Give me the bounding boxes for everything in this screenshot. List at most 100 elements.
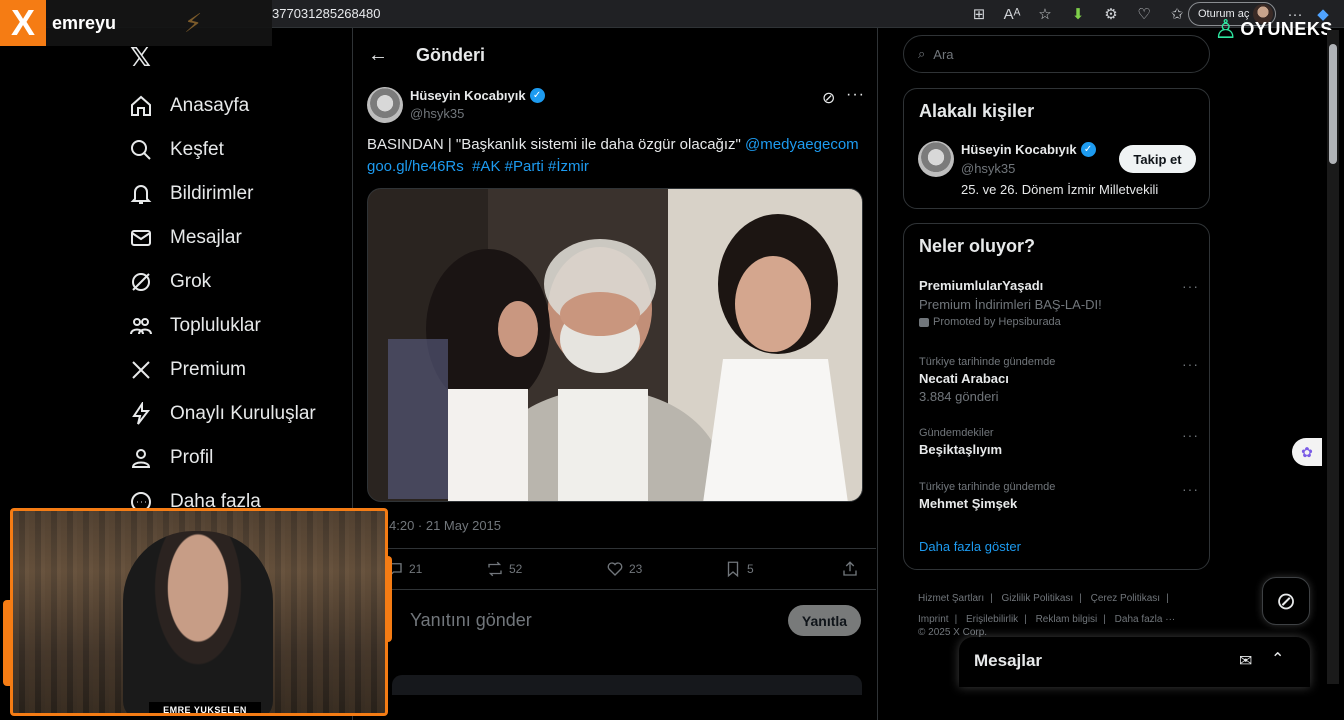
- grok-explain-icon[interactable]: ⊘: [822, 88, 835, 108]
- apps-icon[interactable]: ⊞: [968, 3, 990, 25]
- reply-button[interactable]: Yanıtla: [788, 605, 861, 636]
- nav-label: Mesajlar: [170, 227, 242, 248]
- search-input[interactable]: ⌕ Ara: [903, 35, 1210, 73]
- author-name[interactable]: Hüseyin Kocabıyık: [410, 88, 526, 103]
- verified-badge-icon: ✓: [529, 88, 545, 103]
- card-title: Neler oluyor?: [919, 236, 1036, 256]
- trend-context: Türkiye tarihinde gündemde: [919, 356, 1056, 368]
- post-actions: 21 52 23 5: [386, 548, 876, 590]
- nav-item-grok[interactable]: Grok: [128, 260, 316, 304]
- stream-overlay-badge: X emreyu ⚡: [0, 0, 272, 46]
- back-arrow-icon[interactable]: ←: [368, 44, 402, 67]
- grok-icon: ⊘: [1275, 587, 1297, 615]
- nav-item-profile[interactable]: Profil: [128, 436, 316, 480]
- search-icon: [128, 138, 154, 162]
- trend-item-promoted[interactable]: PremiumlularYaşadı Premium İndirimleri B…: [919, 278, 1199, 328]
- trend-item[interactable]: Gündemdekiler Beşiktaşlıyım ···: [919, 427, 1199, 457]
- like-action[interactable]: 23: [606, 560, 642, 578]
- webcam-name-label: EMRE YUKSELEN: [149, 702, 261, 713]
- related-bio: 25. ve 26. Dönem İzmir Milletvekili: [961, 182, 1159, 197]
- scrollbar-thumb[interactable]: [1329, 44, 1337, 164]
- favorite-star-icon[interactable]: ☆: [1034, 3, 1056, 25]
- show-more-link[interactable]: Daha fazla göster: [919, 539, 1021, 554]
- reply-count: 21: [409, 562, 423, 576]
- column-divider: [877, 28, 878, 720]
- bookmark-icon: [727, 561, 739, 578]
- post-photo[interactable]: [367, 188, 863, 502]
- x-logo-icon[interactable]: 𝕏: [130, 42, 151, 73]
- repost-action[interactable]: 52: [486, 560, 522, 578]
- like-count: 23: [629, 562, 643, 576]
- oyuneks-text: OYUNEKS: [1240, 18, 1333, 39]
- grok-floating-button[interactable]: ⊘: [1262, 577, 1310, 625]
- related-name[interactable]: Hüseyin Kocabıyık: [961, 142, 1077, 157]
- new-message-icon[interactable]: ✉: [1239, 651, 1252, 671]
- main-nav: Anasayfa Keşfet Bildirimler Mesajlar Gro…: [128, 84, 316, 524]
- footer-link[interactable]: Imprint: [918, 614, 949, 625]
- extensions-icon[interactable]: ⚙: [1100, 3, 1122, 25]
- trend-more-icon[interactable]: ···: [1182, 356, 1199, 372]
- post-mention[interactable]: @medyaegecom: [745, 136, 859, 153]
- related-people-card: Alakalı kişiler Hüseyin Kocabıyık ✓ @hsy…: [903, 88, 1210, 209]
- author-name-row[interactable]: Hüseyin Kocabıyık ✓: [410, 88, 545, 103]
- grok-icon: [128, 270, 154, 294]
- trend-more-icon[interactable]: ···: [1182, 278, 1199, 294]
- hashtag[interactable]: #Parti: [505, 158, 544, 175]
- home-icon: [128, 94, 154, 118]
- promo-by-text: Promoted by Hepsiburada: [933, 316, 1061, 328]
- related-name-row[interactable]: Hüseyin Kocabıyık ✓: [961, 142, 1096, 157]
- author-handle[interactable]: @hsyk35: [410, 106, 464, 121]
- trend-context: Türkiye tarihinde gündemde: [919, 481, 1056, 493]
- related-avatar[interactable]: [918, 141, 954, 177]
- photo-illustration: [368, 189, 862, 501]
- author-avatar[interactable]: [367, 87, 403, 123]
- related-handle[interactable]: @hsyk35: [961, 161, 1015, 176]
- reply-input[interactable]: Yanıtını gönder: [410, 610, 532, 631]
- trend-more-icon[interactable]: ···: [1182, 481, 1199, 497]
- copilot-side-icon[interactable]: ✿: [1292, 438, 1322, 466]
- footer-separator: |: [1024, 614, 1027, 625]
- footer-separator: |: [1166, 593, 1169, 604]
- footer-link[interactable]: Daha fazla ···: [1115, 614, 1176, 625]
- footer-link[interactable]: Çerez Politikası: [1091, 593, 1160, 604]
- footer-link[interactable]: Erişilebilirlik: [966, 614, 1018, 625]
- nav-item-verified-orgs[interactable]: Onaylı Kuruluşlar: [128, 392, 316, 436]
- user-icon: [128, 446, 154, 470]
- hashtag[interactable]: #AK: [472, 158, 500, 175]
- post-more-icon[interactable]: ···: [846, 86, 865, 104]
- trend-more-icon[interactable]: ···: [1182, 427, 1199, 443]
- post-link[interactable]: goo.gl/he46Rs: [367, 158, 464, 175]
- nav-item-communities[interactable]: Topluluklar: [128, 304, 316, 348]
- footer-link[interactable]: Reklam bilgisi: [1036, 614, 1098, 625]
- nav-item-notifications[interactable]: Bildirimler: [128, 172, 316, 216]
- messages-drawer[interactable]: Mesajlar ✉ ⌃: [959, 637, 1310, 687]
- trend-item[interactable]: Türkiye tarihinde gündemde Mehmet Şimşek…: [919, 481, 1199, 511]
- download-icon[interactable]: ⬇: [1067, 3, 1089, 25]
- follow-button[interactable]: Takip et: [1119, 145, 1196, 173]
- share-icon: [843, 561, 857, 576]
- streamer-image: [123, 531, 273, 713]
- bookmark-action[interactable]: 5: [724, 560, 754, 578]
- post-timestamp[interactable]: 4:20 · 21 May 2015: [389, 518, 501, 533]
- share-action[interactable]: [841, 560, 859, 578]
- hashtag[interactable]: #İzmir: [548, 158, 589, 175]
- favorites-icon[interactable]: ✩: [1166, 3, 1188, 25]
- nav-item-premium[interactable]: Premium: [128, 348, 316, 392]
- chevron-up-icon[interactable]: ⌃: [1271, 649, 1284, 669]
- next-content-edge: [392, 675, 862, 695]
- address-bar[interactable]: 377031285268480: [272, 6, 380, 21]
- verified-badge-icon: ✓: [1080, 142, 1096, 157]
- footer-link[interactable]: Hizmet Şartları: [918, 593, 984, 604]
- promo-name: PremiumlularYaşadı: [919, 278, 1044, 293]
- trend-item[interactable]: Türkiye tarihinde gündemde Necati Arabac…: [919, 356, 1199, 404]
- nav-item-explore[interactable]: Keşfet: [128, 128, 316, 172]
- read-aloud-icon[interactable]: Aᴬ: [1001, 3, 1023, 25]
- footer-link[interactable]: Gizlilik Politikası: [1002, 593, 1074, 604]
- nav-label: Anasayfa: [170, 95, 250, 116]
- nav-label: Keşfet: [170, 139, 224, 160]
- post-header: ← Gönderi: [368, 44, 485, 67]
- nav-item-home[interactable]: Anasayfa: [128, 84, 316, 128]
- performance-icon[interactable]: ♡: [1133, 3, 1155, 25]
- nav-item-messages[interactable]: Mesajlar: [128, 216, 316, 260]
- footer-separator: |: [1103, 614, 1106, 625]
